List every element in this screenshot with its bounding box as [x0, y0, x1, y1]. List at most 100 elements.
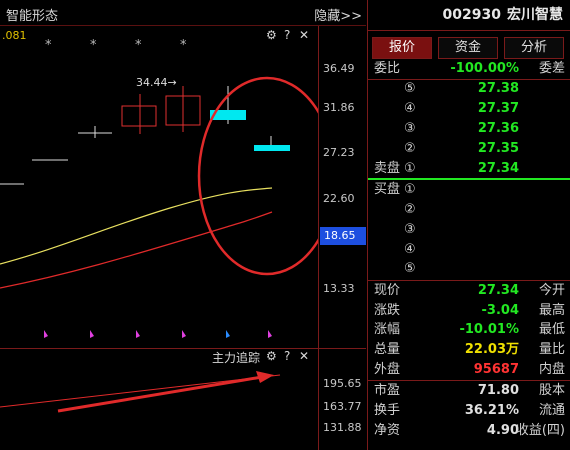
fund-value: 71.80 — [477, 383, 519, 398]
fund-label-right: 股本 — [538, 383, 565, 398]
star-marker: * — [135, 38, 142, 53]
stat-label: 涨幅 — [374, 322, 401, 337]
level-number: ① — [404, 161, 416, 176]
stat-row: 总量 22.03万 量比 — [368, 340, 570, 360]
current-price-marker: 18.65 — [320, 227, 366, 245]
level-price: 27.35 — [477, 141, 519, 156]
axis-label: 131.88 — [323, 421, 362, 434]
level-price: 27.36 — [477, 121, 519, 136]
arrowhead — [256, 371, 274, 383]
stat-value: -3.04 — [481, 303, 519, 318]
price-label: 13.33 — [323, 282, 355, 295]
stock-name: 宏川智慧 — [507, 7, 563, 23]
fund-value: 4.90 — [486, 423, 519, 438]
buy-level-row[interactable]: ⑤ — [368, 259, 570, 279]
stock-code: 002930 — [442, 7, 501, 23]
stat-label: 涨跌 — [374, 303, 401, 318]
stat-label-right: 最低 — [538, 322, 565, 337]
main-force-subpanel[interactable]: 主力追踪 ⚙ ? ✕ — [0, 348, 366, 450]
stat-value: 22.03万 — [464, 342, 519, 357]
stat-label: 现价 — [374, 283, 401, 298]
stat-row: 涨跌 -3.04 最高 — [368, 301, 570, 321]
price-label: 27.23 — [323, 146, 355, 159]
stat-label-right: 内盘 — [538, 362, 565, 377]
chart-title: 智能形态 — [6, 9, 59, 24]
sell-level-row[interactable]: ③ 27.36 — [368, 119, 570, 139]
stat-row: 外盘 95687 内盘 — [368, 360, 570, 380]
stat-label: 总量 — [374, 342, 401, 357]
buy-label: 买盘 — [374, 182, 401, 197]
stat-label-right: 最高 — [538, 303, 565, 318]
signal-arrow — [226, 330, 230, 338]
candle-up — [121, 105, 157, 127]
price-label: 31.86 — [323, 101, 355, 114]
tab-funds[interactable]: 资金 — [438, 37, 498, 59]
stat-row: 涨幅 -10.01% 最低 — [368, 320, 570, 340]
level-number: ② — [404, 141, 416, 156]
stat-value: 27.34 — [477, 283, 519, 298]
subpanel-canvas — [0, 371, 281, 413]
chart-title-bar: 智能形态 隐藏>> — [0, 0, 366, 26]
fund-label: 净资 — [374, 423, 401, 438]
stat-label: 外盘 — [374, 362, 401, 377]
ma-line-red — [0, 211, 273, 289]
signal-arrow — [90, 330, 94, 338]
signal-markers — [44, 330, 272, 338]
tab-analysis[interactable]: 分析 — [504, 37, 564, 59]
fund-label: 换手 — [374, 403, 401, 418]
level-number: ④ — [404, 242, 416, 257]
fund-label-right: 收益(四) — [515, 423, 565, 438]
level-price: 27.34 — [477, 161, 519, 176]
stat-value: -10.01% — [459, 322, 519, 337]
level-number: ③ — [404, 121, 416, 136]
stat-row: 现价 27.34 今开 — [368, 281, 570, 301]
hide-button[interactable]: 隐藏>> — [314, 5, 362, 24]
stock-header: 002930 宏川智慧 — [368, 4, 570, 24]
star-markers: * * * * — [45, 38, 187, 53]
sell-level-row[interactable]: ④ 27.37 — [368, 99, 570, 119]
buy-level-row[interactable]: ④ — [368, 240, 570, 260]
weibi-value: -100.00% — [450, 61, 519, 76]
annotation-arrow — [57, 375, 263, 413]
signal-arrow — [182, 330, 186, 338]
star-marker: * — [90, 38, 97, 53]
candle-down — [254, 145, 290, 151]
star-marker: * — [45, 38, 52, 53]
level-number: ① — [404, 182, 416, 197]
highlight-circle — [197, 76, 318, 276]
level-number: ⑤ — [404, 261, 416, 276]
fund-label-right: 流通 — [538, 403, 565, 418]
signal-arrow — [268, 330, 272, 338]
buy-level-row[interactable]: 买盘 ① — [368, 180, 570, 200]
level-price: 27.37 — [477, 101, 519, 116]
level-number: ② — [404, 202, 416, 217]
subpanel-axis: 195.65 163.77 131.88 — [318, 349, 366, 450]
tab-quote[interactable]: 报价 — [372, 37, 432, 59]
buy-level-row[interactable]: ② — [368, 200, 570, 220]
sell-level-row[interactable]: 卖盘 ① 27.34 — [368, 159, 570, 179]
buy-level-row[interactable]: ③ — [368, 220, 570, 240]
signal-arrow — [44, 330, 48, 338]
high-price-callout: 34.44→ — [136, 76, 177, 89]
weicha-label: 委差 — [538, 61, 565, 76]
axis-label: 195.65 — [323, 377, 362, 390]
star-marker: * — [180, 38, 187, 53]
fund-label: 市盈 — [374, 383, 401, 398]
price-label: 36.49 — [323, 62, 355, 75]
sell-level-row[interactable]: ⑤ 27.38 — [368, 79, 570, 99]
axis-label: 163.77 — [323, 400, 362, 413]
fund-value: 36.21% — [464, 403, 519, 418]
fundamental-row: 市盈 71.80 股本 — [368, 381, 570, 401]
price-label: 22.60 — [323, 192, 355, 205]
weibi-label: 委比 — [374, 61, 401, 76]
stat-label-right: 量比 — [538, 342, 565, 357]
level-number: ④ — [404, 101, 416, 116]
price-axis: 36.49 31.86 27.23 22.60 18.65 13.33 — [318, 26, 366, 348]
fundamental-row: 换手 36.21% 流通 — [368, 401, 570, 421]
quote-panel: 002930 宏川智慧 报价 资金 分析 委比 -100.00% 委差 ⑤ 27.… — [367, 0, 570, 450]
kline-chart-panel[interactable]: 智能形态 隐藏>> .081 ⚙ ? ✕ * * * * 34.44→ 36.4… — [0, 0, 366, 450]
stat-label-right: 今开 — [538, 283, 565, 298]
level-number: ⑤ — [404, 81, 416, 96]
sell-label: 卖盘 — [374, 161, 401, 176]
sell-level-row[interactable]: ② 27.35 — [368, 139, 570, 159]
